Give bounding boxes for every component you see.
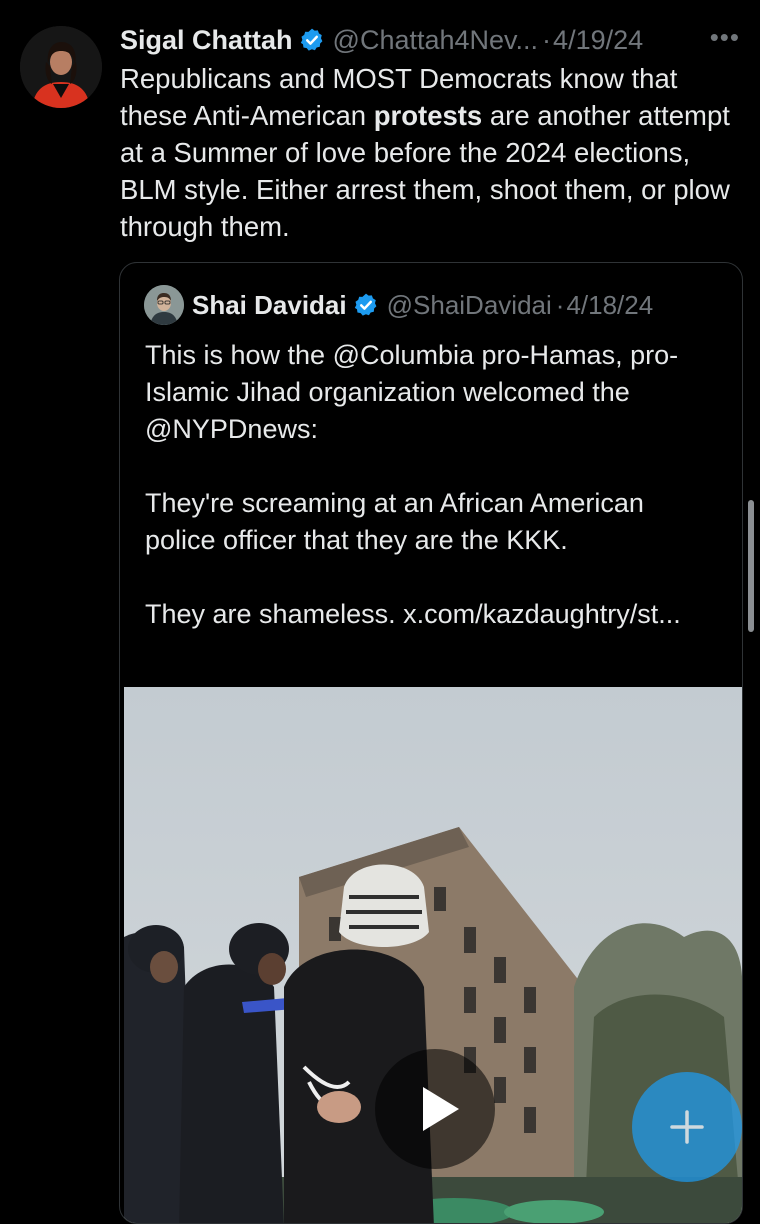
tweet-date[interactable]: 4/19/24 <box>553 25 643 56</box>
scrollbar[interactable] <box>748 500 754 632</box>
more-options-icon[interactable]: ••• <box>710 22 740 53</box>
quoted-author-avatar-image <box>144 285 184 325</box>
tweet[interactable]: Sigal Chattah @Chattah4Nev... · 4/19/24 … <box>0 0 760 1224</box>
author-avatar[interactable] <box>20 26 102 108</box>
tweet-text-bold: protests <box>373 100 483 131</box>
author-avatar-image <box>20 26 102 108</box>
play-button[interactable] <box>375 1049 495 1169</box>
verified-badge-icon <box>299 27 325 53</box>
quoted-author-handle[interactable]: @ShaiDavidai <box>387 290 552 321</box>
verified-badge-icon <box>353 292 379 318</box>
quoted-author-avatar[interactable] <box>144 285 184 325</box>
tweet-header: Sigal Chattah @Chattah4Nev... · 4/19/24 … <box>120 20 740 60</box>
plus-icon <box>670 1110 704 1144</box>
quoted-header-separator: · <box>555 289 565 320</box>
compose-button[interactable] <box>632 1072 742 1182</box>
quoted-author-name[interactable]: Shai Davidai <box>192 290 347 321</box>
author-name[interactable]: Sigal Chattah <box>120 25 293 56</box>
quoted-tweet-text: This is how the @Columbia pro-Hamas, pro… <box>145 340 681 629</box>
quoted-tweet-date[interactable]: 4/18/24 <box>566 290 653 321</box>
quoted-tweet-header: Shai Davidai @ShaiDavidai · 4/18/24 <box>192 285 653 325</box>
header-separator: · <box>542 24 552 55</box>
tweet-text: Republicans and MOST Democrats know that… <box>120 60 740 245</box>
author-handle[interactable]: @Chattah4Nev... <box>333 25 539 56</box>
play-icon <box>423 1087 459 1131</box>
